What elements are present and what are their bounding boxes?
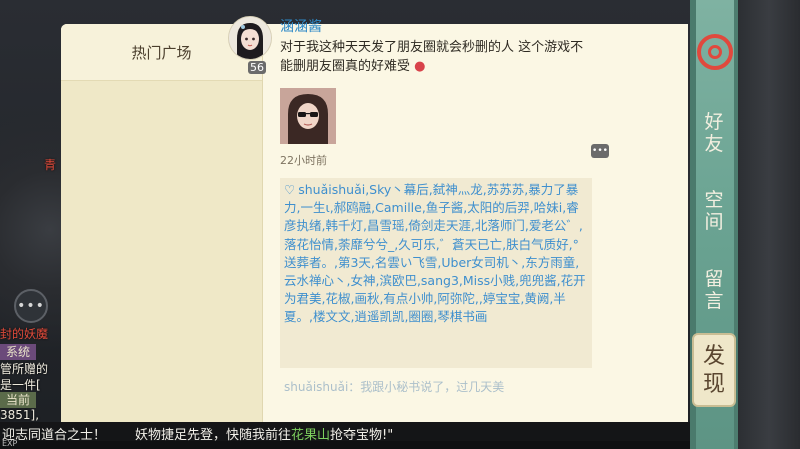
post-time: 22小时前 (280, 154, 327, 167)
post-author[interactable]: 涵涵酱 (280, 16, 322, 36)
chat-line-2: 是一件[ (0, 378, 41, 392)
avatar[interactable] (228, 16, 272, 60)
exp-bar: EXP (0, 439, 800, 449)
next-comment: shuǎishuǎi：我跟小秘书说了，过几天美 (284, 380, 505, 394)
chat-line-3: 3851], (0, 408, 40, 422)
avatar-level-badge: 56 (248, 61, 266, 74)
game-edge (738, 0, 800, 449)
photo-thumbnail (280, 88, 336, 144)
ring-icon (708, 45, 722, 59)
avatar-portrait-icon (229, 17, 271, 59)
system-tag: 系统 (0, 344, 36, 360)
chat-line-1: 管所赠的 (0, 362, 49, 376)
current-tag: 当前 (0, 392, 36, 408)
close-button[interactable] (697, 34, 733, 70)
player-name: 青 (44, 158, 57, 172)
tab-discover[interactable]: 发现 (692, 333, 736, 407)
post-photo[interactable] (280, 88, 336, 144)
tab-friends[interactable]: 好友 (696, 111, 732, 155)
likes-box: ♡ shuǎishuǎi,Sky丶幕后,弑神灬龙,苏苏苏,暴力了暴力,一生ι,郝鸥… (280, 178, 592, 368)
chat-bubble-icon: ••• (17, 298, 45, 314)
left-column: 热门广场 (61, 24, 263, 422)
chat-button[interactable]: ••• (14, 289, 48, 323)
world-text-yao: 封的妖魔 (0, 327, 49, 341)
heart-icon: ♡ (284, 182, 296, 197)
more-icon: ••• (592, 145, 608, 156)
tab-message[interactable]: 留言 (696, 268, 732, 312)
post-text: 对于我这种天天发了朋友圈就会秒删的人 这个游戏不能删朋友圈真的好难受 ● (280, 40, 584, 74)
comment-button[interactable]: ••• (591, 144, 609, 158)
likes-list: ♡ shuǎishuǎi,Sky丶幕后,弑神灬龙,苏苏苏,暴力了暴力,一生ι,郝鸥… (284, 182, 586, 325)
tab-space[interactable]: 空间 (696, 189, 732, 233)
emoji-icon: ● (414, 59, 426, 74)
